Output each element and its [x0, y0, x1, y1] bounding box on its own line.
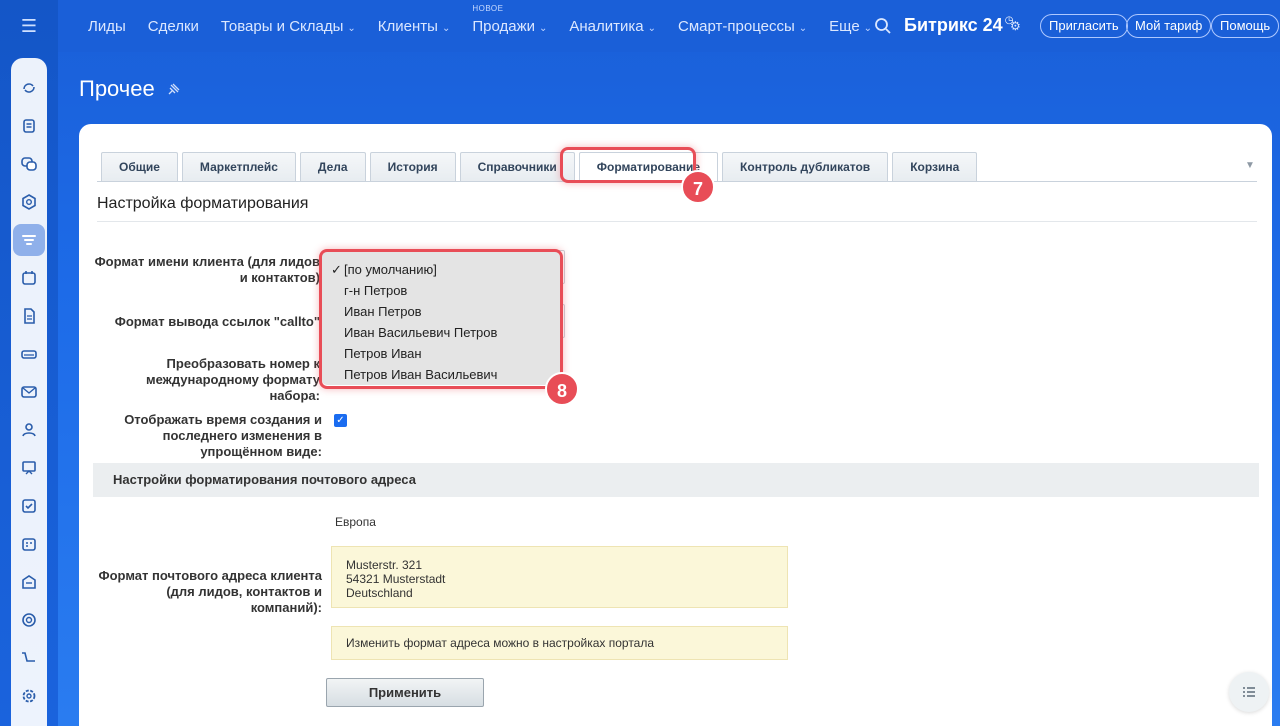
main-nav: Лиды Сделки Товары и Склады ⌄ Клиенты ⌄ НОВОЕ П…	[88, 0, 894, 52]
label-line: (для лидов, контактов и	[166, 584, 322, 599]
dropdown-highlight	[319, 249, 563, 389]
chevron-down-icon: ⌄	[798, 22, 808, 34]
invite-button[interactable]: Пригласить	[1040, 14, 1128, 38]
tab-4[interactable]: История	[369, 152, 456, 182]
chevron-down-icon: ⌄	[647, 22, 657, 34]
address-region: Европа	[335, 515, 376, 529]
tabs-dropdown-icon[interactable]: ▼	[1245, 160, 1255, 171]
rail-target-icon[interactable]	[13, 604, 45, 636]
callto-format-label: Формат вывода ссылок "callto"	[114, 314, 320, 329]
nav-item-label: Смарт-процессы	[678, 17, 795, 35]
help-button[interactable]: Помощь	[1211, 14, 1280, 38]
address-format-note: Изменить формат адреса можно в настройка…	[331, 626, 788, 660]
label-line: Формат почтового адреса клиента	[98, 568, 322, 583]
chevron-down-icon: ⌄	[441, 22, 451, 34]
address-format-label: Формат почтового адреса клиента (для лид…	[79, 568, 322, 616]
left-rail: ☰	[0, 0, 58, 726]
label-line: международному формату	[146, 372, 320, 387]
address-line: Musterstr. 321	[346, 558, 423, 572]
label-line: последнего изменения в	[162, 428, 322, 443]
nav-item-label: Аналитика	[569, 17, 644, 35]
nav-item[interactable]: Сделки	[148, 18, 199, 35]
simple-time-checkbox[interactable]: ✓	[334, 414, 347, 427]
rail-calendar-icon[interactable]	[13, 262, 45, 294]
chevron-down-icon: ⌄	[539, 22, 548, 34]
chevron-down-icon: ⌄	[863, 22, 873, 34]
address-sample-box: Musterstr. 321 54321 Musterstadt Deutsch…	[331, 546, 788, 608]
nav-item-label: Лиды	[88, 17, 126, 35]
rail-presentation-icon[interactable]	[13, 452, 45, 484]
chevron-down-icon: ⌄	[347, 22, 356, 34]
nav-item[interactable]: Клиенты ⌄	[378, 18, 451, 35]
list-menu-button[interactable]	[1229, 672, 1269, 712]
nav-item[interactable]: Смарт-процессы ⌄	[678, 18, 807, 35]
list-icon	[1243, 687, 1255, 697]
simple-time-label: Отображать время создания и последнего и…	[79, 412, 322, 460]
label-line: Преобразовать номер к	[166, 356, 320, 371]
brand-name: Битрикс 24	[904, 15, 1003, 35]
nav-item-label: Продажи	[472, 17, 535, 35]
section-divider	[97, 221, 1257, 222]
nav-item[interactable]: НОВОЕ Продажи ⌄	[472, 4, 548, 35]
address-line: Deutschland	[346, 586, 413, 600]
tab-2[interactable]: Маркетплейс	[181, 152, 296, 182]
step-badge-7: 7	[681, 170, 715, 204]
rail-document-icon[interactable]	[13, 300, 45, 332]
rail-mail-icon[interactable]	[13, 376, 45, 408]
tune-icon[interactable]: ⚙	[1010, 19, 1021, 33]
rail-chat-icon[interactable]	[13, 148, 45, 180]
tab-bar: Общие Маркетплейс Дела История Справочники Фо…	[101, 152, 981, 182]
my-tariff-button[interactable]: Мой тариф	[1126, 14, 1212, 38]
top-navigation-bar: Лиды Сделки Товары и Склады ⌄ Клиенты ⌄ НОВОЕ П…	[58, 0, 1280, 52]
nav-item-label: Еще	[829, 17, 860, 35]
pin-icon[interactable]	[166, 83, 180, 97]
address-line: 54321 Musterstadt	[346, 572, 446, 586]
tab-3[interactable]: Дела	[299, 152, 366, 182]
nav-item[interactable]: Еще ⌄	[829, 18, 872, 35]
rail-contacts-icon[interactable]	[13, 414, 45, 446]
rail-drive-icon[interactable]	[13, 338, 45, 370]
client-name-format-label: Формат имени клиента (для лидов и контак…	[79, 254, 320, 286]
new-badge: НОВОЕ	[472, 3, 504, 13]
label-line: и контактов)	[239, 270, 320, 285]
tab-7[interactable]: Контроль дубликатов	[722, 152, 889, 182]
rail-tasks-icon[interactable]	[13, 110, 45, 142]
nav-item-label: Товары и Склады	[220, 17, 344, 35]
rail-cart-icon[interactable]	[13, 642, 45, 674]
nav-item[interactable]: Товары и Склады ⌄	[221, 18, 356, 35]
hamburger-menu-icon[interactable]: ☰	[17, 16, 41, 36]
apply-button[interactable]: Применить	[326, 678, 484, 707]
rail-store-icon[interactable]	[13, 566, 45, 598]
label-line: набора:	[269, 388, 320, 403]
settings-card: Общие Маркетплейс Дела История Справочники Фо…	[79, 124, 1272, 726]
tab-1[interactable]: Общие	[101, 152, 178, 182]
rail-hexagon-icon[interactable]	[13, 186, 45, 218]
nav-item-label: Сделки	[147, 17, 199, 35]
rail-schedule-icon[interactable]	[13, 528, 45, 560]
address-settings-header: Настройки форматирования почтового адрес…	[93, 463, 1259, 497]
rail-feed-icon[interactable]	[13, 72, 45, 104]
nav-item[interactable]: Аналитика ⌄	[569, 18, 656, 35]
step-badge-8: 8	[545, 372, 579, 406]
tab-5[interactable]: Справочники	[459, 152, 575, 182]
label-line: Отображать время создания и	[124, 412, 322, 427]
label-line: упрощённом виде:	[200, 444, 322, 459]
phone-format-label: Преобразовать номер к международному фор…	[79, 356, 320, 404]
rail-checkbox-icon[interactable]	[13, 490, 45, 522]
rail-settings-icon[interactable]	[13, 680, 45, 712]
rail-crm-icon[interactable]	[13, 224, 45, 256]
nav-item[interactable]: Лиды	[88, 18, 126, 35]
nav-item-label: Клиенты	[377, 17, 438, 35]
tab-8[interactable]: Корзина	[892, 152, 978, 182]
page-title: Прочее	[79, 76, 155, 101]
label-line: компаний):	[250, 600, 322, 615]
section-title: Настройка форматирования	[97, 195, 309, 212]
label-line: Формат имени клиента (для лидов	[94, 254, 320, 269]
tab-highlight	[560, 147, 696, 183]
search-icon[interactable]	[874, 17, 892, 35]
brand-logo[interactable]: Битрикс 24 ◷	[904, 15, 1013, 36]
